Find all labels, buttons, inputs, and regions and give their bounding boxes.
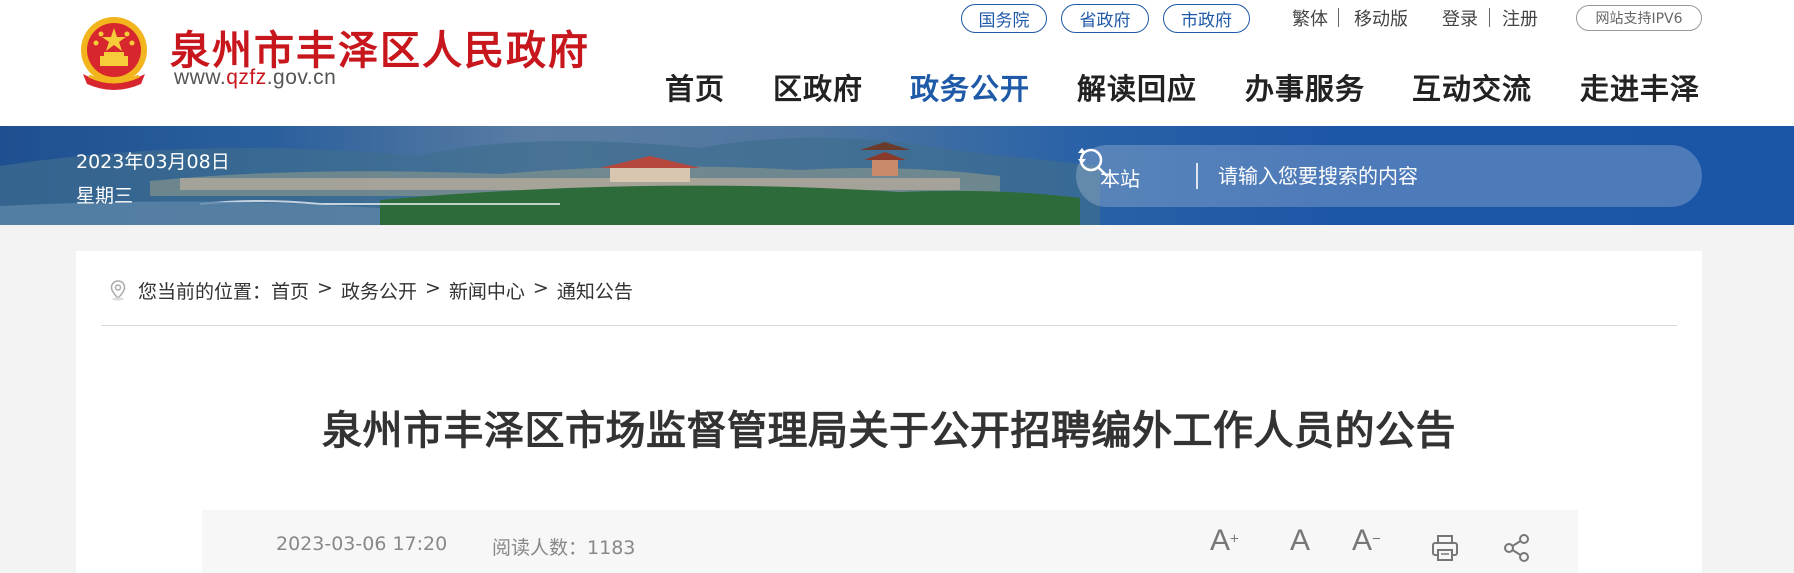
search-input[interactable] [1218,159,1618,193]
national-emblem-icon [81,17,147,90]
current-weekday: 星期三 [76,185,134,207]
breadcrumb-separator: > [532,277,549,299]
nav-services[interactable]: 办事服务 [1245,66,1365,108]
login-link[interactable]: 登录 [1442,5,1478,31]
current-date: 2023年03月08日 [76,151,230,173]
read-count-value: 1183 [587,537,636,559]
banner: 2023年03月08日 星期三 本站 [0,126,1794,225]
util-separator [1489,8,1490,27]
link-state-council[interactable]: 国务院 [961,3,1047,33]
font-smaller-mark: − [1372,530,1381,548]
breadcrumb-news-center[interactable]: 新闻中心 [449,277,525,304]
breadcrumb-prefix: 您当前的位置： [138,281,272,303]
url-suffix: .gov.cn [266,66,337,89]
site-url: www.qzfz.gov.cn [174,66,336,90]
read-count-label: 阅读人数： [492,537,588,559]
gov-links: 国务院 省政府 市政府 [961,3,1264,33]
url-prefix: www. [174,66,227,89]
search-divider [1196,163,1198,189]
breadcrumb-home[interactable]: 首页 [271,277,309,304]
font-normal-letter: A [1290,524,1311,557]
breadcrumb: 您当前的位置： 首页 > 政务公开 > 新闻中心 > 通知公告 [138,277,633,304]
read-count: 阅读人数：1183 [492,533,635,560]
nav-interaction[interactable]: 互动交流 [1412,66,1532,108]
ipv6-badge: 网站支持IPV6 [1576,5,1702,31]
breadcrumb-separator: > [317,277,333,299]
mobile-version-link[interactable]: 移动版 [1354,5,1408,31]
location-pin-icon [110,280,126,301]
site-header: 泉州市丰泽区人民政府 www.qzfz.gov.cn 国务院 省政府 市政府 繁… [0,0,1794,126]
register-link[interactable]: 注册 [1502,5,1538,31]
nav-district-gov[interactable]: 区政府 [773,66,863,108]
nav-gov-affairs[interactable]: 政务公开 [910,66,1030,108]
search-bar: 本站 [1076,145,1702,207]
share-icon[interactable] [1502,528,1532,568]
print-icon[interactable] [1430,528,1460,568]
font-normal-button[interactable]: A [1290,524,1310,564]
nav-about[interactable]: 走进丰泽 [1580,66,1700,108]
nav-interpretation[interactable]: 解读回应 [1077,66,1197,108]
breadcrumb-divider [101,325,1677,326]
font-larger-mark: + [1230,530,1239,548]
font-smaller-letter: A [1352,524,1373,557]
breadcrumb-notices[interactable]: 通知公告 [557,277,633,304]
breadcrumb-gov-affairs[interactable]: 政务公开 [341,277,417,304]
search-icon[interactable] [1076,145,1110,179]
article-title: 泉州市丰泽区市场监督管理局关于公开招聘编外工作人员的公告 [322,408,1456,454]
link-province-gov[interactable]: 省政府 [1061,3,1149,33]
article-meta-bar: 2023-03-06 17:20 阅读人数：1183 A+ A A− [202,510,1578,573]
publish-date: 2023-03-06 17:20 [276,533,448,555]
traditional-chinese-link[interactable]: 繁体 [1292,5,1328,31]
util-separator [1338,8,1339,27]
article-container: 您当前的位置： 首页 > 政务公开 > 新闻中心 > 通知公告 泉州市丰泽区市场… [76,251,1702,573]
link-city-gov[interactable]: 市政府 [1163,3,1250,33]
nav-home[interactable]: 首页 [665,66,725,108]
font-larger-button[interactable]: A+ [1210,524,1239,564]
font-larger-letter: A [1210,524,1231,557]
breadcrumb-separator: > [424,277,441,299]
url-highlight: qzfz [226,66,267,89]
font-smaller-button[interactable]: A− [1352,524,1381,564]
